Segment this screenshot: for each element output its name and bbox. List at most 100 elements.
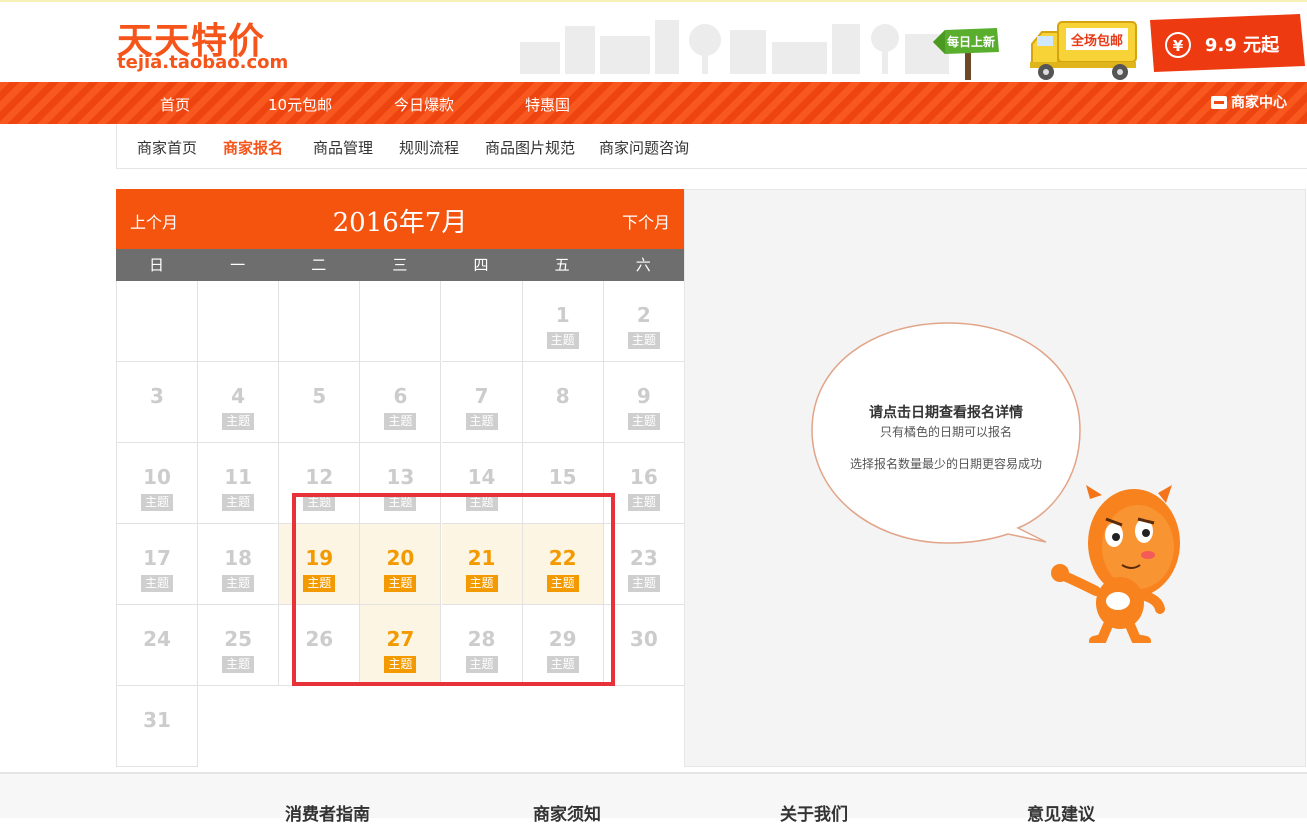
calendar-empty-cell [117,281,198,362]
theme-tag: 主题 [222,494,255,511]
footer-about-us[interactable]: 关于我们 [780,800,848,825]
calendar-day[interactable]: 7 主题 [441,362,523,443]
merchant-center-link[interactable]: 商家中心 [1211,92,1287,112]
theme-tag: 主题 [627,494,660,511]
calendar-day[interactable]: 17 主题 [117,524,198,605]
theme-tag: 主题 [546,332,579,349]
day-number: 30 [629,627,658,651]
day-number: 24 [143,627,171,651]
footer-feedback[interactable]: 意见建议 [1027,800,1095,825]
next-month-button[interactable]: 下个月 [622,209,670,233]
calendar-empty-cell [279,281,361,362]
day-number: 25 [224,627,253,651]
calendar-day[interactable]: 25 主题 [198,605,280,686]
calendar-header: 上个月 2016年7月 下个月 [116,189,684,249]
new-daily-sign: 每日上新 [933,28,999,80]
footer-consumer-guide[interactable]: 消费者指南 [285,800,370,825]
mascot-icon [1051,485,1180,643]
calendar-day[interactable]: 24 [117,605,198,686]
theme-tag: 主题 [627,575,660,592]
day-number: 6 [393,384,408,408]
theme-tag: 主题 [384,413,417,430]
subnav-merchant-signup[interactable]: 商家报名 [223,137,283,158]
day-number: 8 [555,384,570,408]
subnav-merchant-faq[interactable]: 商家问题咨询 [599,137,689,158]
calendar-empty-cell [198,281,280,362]
sign-text: 每日上新 [947,34,995,49]
tip-choose-least: 选择报名数量最少的日期更容易成功 [849,457,1042,471]
theme-tag: 主题 [140,575,174,592]
theme-tag: 主题 [465,413,498,430]
calendar-day[interactable]: 2 主题 [603,281,685,362]
day-number: 18 [224,546,253,570]
yuan-icon: ¥ [1173,37,1184,55]
day-number: 31 [143,708,171,732]
calendar-day[interactable]: 9 主题 [603,362,685,443]
day-number: 16 [629,465,658,489]
weekday-header: 日 一 二 三 四 五 六 [116,249,684,281]
theme-tag: 主题 [627,413,660,430]
footer-merchant-notice[interactable]: 商家须知 [533,800,601,825]
theme-tag: 主题 [627,332,660,349]
nav-item-home[interactable]: 首页 [160,94,190,115]
site-header: 天天特价 tejia.taobao.com 每日上新 全场包邮 ¥ 9.9 元起 [0,2,1307,82]
weekday-label: 三 [392,256,408,274]
weekday-label: 二 [311,256,327,274]
price-banner[interactable]: ¥ 9.9 元起 [1150,14,1305,72]
calendar-day[interactable]: 8 [522,362,604,443]
calendar-month-title: 2016年7月 [332,208,468,238]
day-number: 4 [231,384,246,408]
merchant-center-label: 商家中心 [1231,95,1287,111]
day-number: 9 [636,384,651,408]
day-number: 17 [143,546,171,570]
day-number: 1 [555,303,570,327]
weekday-label: 六 [635,256,651,274]
day-number: 7 [474,384,489,408]
subnav-rules-process[interactable]: 规则流程 [399,137,459,158]
site-footer: 消费者指南 商家须知 关于我们 意见建议 [0,772,1307,825]
calendar-day[interactable]: 3 [117,362,198,443]
calendar-day[interactable]: 11 主题 [198,443,280,524]
site-url[interactable]: tejia.taobao.com [117,52,288,73]
calendar-day[interactable]: 18 主题 [198,524,280,605]
day-number: 3 [150,384,164,408]
day-number: 5 [312,384,327,408]
day-number: 10 [143,465,171,489]
day-number: 23 [629,546,658,570]
nav-item-hot-today[interactable]: 今日爆款 [394,94,454,115]
merchant-icon [1211,95,1227,109]
tip-title: 请点击日期查看报名详情 [869,405,1023,421]
calendar-day[interactable]: 1 主题 [522,281,604,362]
day-number: 13 [386,465,415,489]
nav-item-free-shipping[interactable]: 10元包邮 [268,94,332,115]
weekday-label: 五 [554,256,570,274]
day-number: 12 [305,465,334,489]
calendar-day[interactable]: 16 主题 [603,443,685,524]
weekday-label: 日 [149,256,165,274]
day-number: 11 [224,465,253,489]
calendar-empty-cell [441,281,523,362]
day-number: 15 [548,465,577,489]
weekday-label: 一 [230,256,246,274]
theme-tag: 主题 [140,494,174,511]
nav-item-special-country[interactable]: 特惠国 [525,94,570,115]
day-number: 2 [636,303,651,327]
calendar-day[interactable]: 5 [279,362,361,443]
calendar-day[interactable]: 30 [603,605,685,686]
calendar-day[interactable]: 6 主题 [360,362,442,443]
sub-nav: 商家首页 商家报名 商品管理 规则流程 商品图片规范 商家问题咨询 [116,124,1307,169]
theme-tag: 主题 [222,656,255,673]
theme-tag: 主题 [222,413,255,430]
truck-text: 全场包邮 [1070,33,1123,49]
calendar-day[interactable]: 31 [117,686,198,767]
calendar-day[interactable]: 10 主题 [117,443,198,524]
theme-tag: 主题 [222,575,255,592]
calendar-day[interactable]: 23 主题 [603,524,685,605]
day-number: 14 [467,465,496,489]
highlight-box [292,493,615,686]
tip-orange-only: 只有橘色的日期可以报名 [879,425,1012,439]
subnav-merchant-home[interactable]: 商家首页 [137,137,197,158]
calendar-day[interactable]: 4 主题 [198,362,280,443]
subnav-product-management[interactable]: 商品管理 [313,137,373,158]
subnav-image-specs[interactable]: 商品图片规范 [485,137,575,158]
